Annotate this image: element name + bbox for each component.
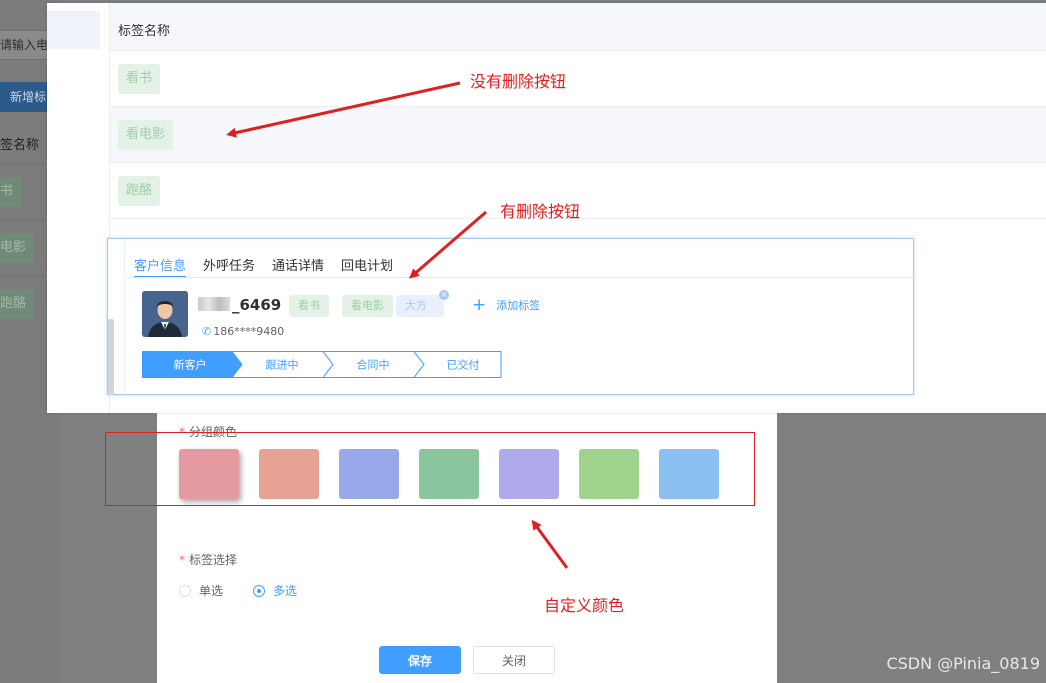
tag-item: 看电影: [118, 120, 174, 150]
table-header-tag-name: 标签名称: [110, 3, 1046, 51]
phone-icon: ✆: [202, 325, 212, 338]
customer-status-steps: 新客户 跟进中 合同中 已交付: [142, 351, 502, 378]
table-row: 看电影: [110, 107, 1046, 163]
radio-dot[interactable]: [253, 584, 266, 597]
customer-tag-deletable: 大方 ×: [396, 290, 449, 317]
step-label: 新客户: [174, 358, 207, 372]
watermark: CSDN @Pinia_0819: [886, 654, 1040, 673]
tag-select-radio-group: 单选 多选: [179, 582, 327, 599]
tag-select-label: * 标签选择: [179, 553, 238, 567]
step-label: 跟进中: [266, 359, 299, 372]
step-label: 合同中: [357, 358, 390, 372]
annotation-color-box: [105, 432, 755, 506]
avatar-person-icon: [142, 291, 188, 337]
tab-customer-info[interactable]: 客户信息: [134, 245, 187, 278]
avatar: [142, 291, 188, 337]
customer-tag: 看电影: [342, 295, 393, 317]
bg-tag: 跑酪: [0, 289, 35, 319]
tag-close-icon[interactable]: ×: [439, 290, 449, 300]
customer-name: _6469: [198, 296, 281, 314]
customer-info-card: 客户信息 外呼任务 通话详情 回电计划 _6469 ✆ 186****9480 看…: [107, 238, 914, 395]
save-button[interactable]: 保存: [379, 646, 461, 674]
tag-item: 看书: [118, 64, 161, 94]
customer-tabs: 客户信息 外呼任务 通话详情 回电计划: [134, 245, 410, 278]
name-blur-mask: [198, 297, 230, 311]
bg-tag: 电影: [0, 233, 35, 263]
add-tag-button[interactable]: + 添加标签: [472, 296, 540, 314]
tabs-divider: [126, 277, 914, 278]
tag-table: 标签名称 看书 看电影 跑酪: [110, 3, 1046, 219]
tab-outbound-task[interactable]: 外呼任务: [203, 245, 255, 278]
customer-tag: 看书: [289, 295, 329, 317]
annotation-has-delete: 有删除按钮: [500, 202, 581, 221]
plus-icon: +: [472, 295, 487, 315]
radio-single[interactable]: 单选: [179, 582, 223, 599]
annotation-no-delete: 没有删除按钮: [470, 72, 567, 91]
tag-item: 跑酪: [118, 176, 161, 206]
radio-multiple[interactable]: 多选: [253, 582, 297, 599]
radio-dot[interactable]: [179, 584, 191, 597]
panel-side-menu-item[interactable]: [47, 11, 100, 49]
close-button[interactable]: 关闭: [473, 646, 555, 674]
tab-call-details[interactable]: 通话详情: [272, 245, 324, 278]
step-label: 已交付: [447, 358, 480, 372]
tab-callback-plan[interactable]: 回电计划: [341, 245, 393, 278]
customer-phone: ✆ 186****9480: [202, 325, 285, 338]
annotation-custom-color: 自定义颜色: [544, 596, 625, 615]
table-row: 看书: [110, 51, 1046, 107]
bg-tag: 书: [0, 177, 22, 207]
vertical-scrollbar[interactable]: [108, 319, 114, 395]
required-asterisk: *: [179, 553, 185, 567]
